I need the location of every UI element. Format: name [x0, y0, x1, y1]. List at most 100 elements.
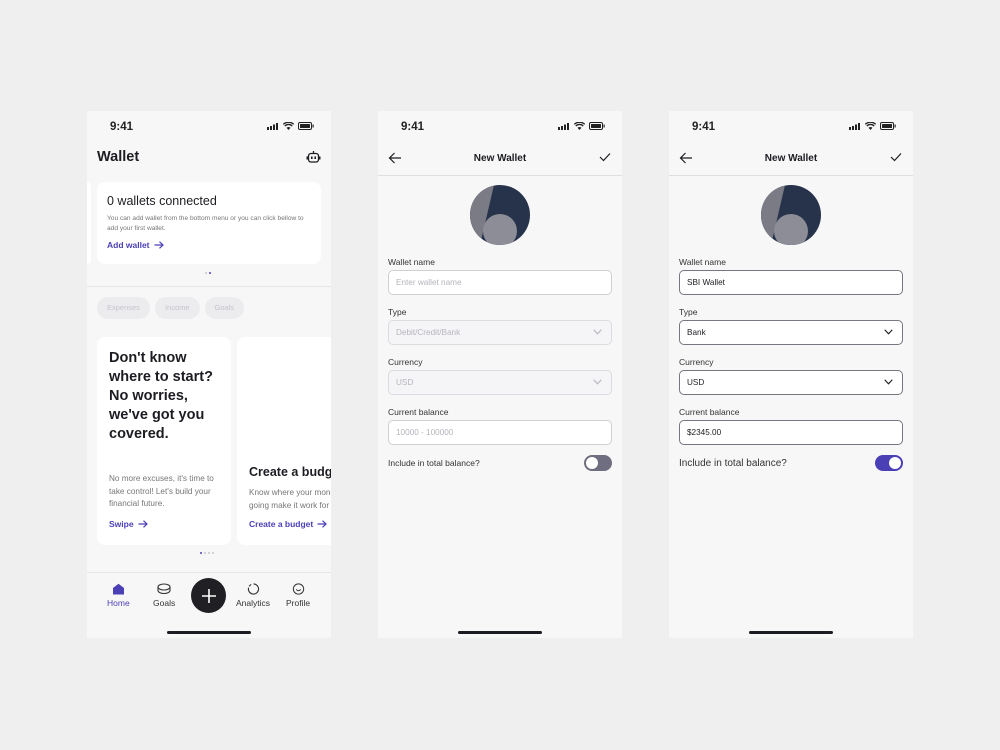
include-balance-label: Include in total balance? [388, 458, 480, 468]
bottom-nav: Home Goals Analytics Profile [87, 573, 331, 623]
battery-icon [589, 122, 605, 130]
wallet-name-label: Wallet name [679, 257, 726, 267]
wallet-name-input[interactable]: Enter wallet name [388, 270, 612, 295]
arrow-right-icon [317, 520, 328, 528]
check-icon[interactable] [599, 152, 611, 162]
battery-icon [298, 122, 314, 130]
wallet-name-label: Wallet name [388, 257, 435, 267]
signal-icon [558, 122, 569, 130]
signal-icon [267, 122, 278, 130]
wallet-pager-dots [205, 272, 211, 274]
pager-dot [205, 272, 207, 274]
status-time: 9:41 [401, 121, 425, 133]
wallet-avatar[interactable] [470, 185, 530, 245]
battery-icon [880, 122, 896, 130]
type-placeholder: Debit/Credit/Bank [396, 328, 461, 337]
type-label: Type [388, 307, 407, 317]
nav-goals-label: Goals [153, 598, 176, 608]
home-indicator [749, 631, 833, 634]
tips-pager-dots [200, 552, 214, 554]
include-balance-toggle[interactable] [584, 455, 612, 471]
wallet-card-body: You can add wallet from the bottom menu … [107, 215, 304, 232]
analytics-icon [247, 583, 259, 595]
robot-icon[interactable] [306, 150, 321, 165]
wallet-name-placeholder: Enter wallet name [396, 278, 462, 287]
balance-label: Current balance [679, 407, 740, 417]
balance-label: Current balance [388, 407, 449, 417]
tip-card-heading: Don't know where to start? No worries, w… [109, 350, 213, 442]
nav-analytics[interactable]: Analytics [236, 583, 270, 608]
plus-icon [201, 588, 216, 603]
add-wallet-link[interactable]: Add wallet [107, 240, 164, 250]
budget-card-body-line2: going make it work for you [249, 500, 331, 510]
currency-value: USD [687, 378, 705, 387]
nav-home-label: Home [107, 598, 130, 608]
divider [87, 286, 331, 287]
app-header: New Wallet [669, 143, 913, 176]
wallet-card-heading: 0 wallets connected [107, 194, 217, 208]
include-balance-toggle[interactable] [875, 455, 903, 471]
nav-profile[interactable]: Profile [286, 583, 310, 608]
chip-expenses[interactable]: Expenses [97, 297, 150, 319]
home-indicator [458, 631, 542, 634]
chip-goals[interactable]: Goals [204, 297, 245, 319]
status-bar: 9:41 [669, 111, 913, 143]
pager-dot [208, 552, 210, 554]
pager-dot [204, 552, 206, 554]
budget-card-body: Know where your money is going make it w… [249, 487, 331, 512]
type-select[interactable]: Debit/Credit/Bank [388, 320, 612, 345]
add-button[interactable] [191, 578, 226, 613]
toggle-knob [889, 457, 901, 469]
new-wallet-filled-screen: 9:41 New Wallet Wallet name SBI Wallet T… [669, 111, 913, 638]
nav-home[interactable]: Home [107, 583, 130, 608]
swipe-link[interactable]: Swipe [109, 519, 148, 529]
create-budget-link[interactable]: Create a budget [249, 519, 328, 529]
wallet-name-input[interactable]: SBI Wallet [679, 270, 903, 295]
nav-profile-label: Profile [286, 598, 311, 608]
arrow-right-icon [154, 241, 164, 249]
balance-input[interactable]: 10000 - 100000 [388, 420, 612, 445]
currency-value: USD [396, 378, 414, 387]
type-value: Bank [687, 328, 706, 337]
toggle-knob [586, 457, 598, 469]
currency-select[interactable]: USD [388, 370, 612, 395]
wallet-avatar[interactable] [761, 185, 821, 245]
tip-card-body: No more excuses, it's time to take contr… [109, 474, 214, 508]
pager-dot-active [200, 552, 202, 554]
currency-select[interactable]: USD [679, 370, 903, 395]
app-header: New Wallet [378, 143, 622, 176]
status-icons [849, 122, 896, 130]
create-budget-label: Create a budget [249, 519, 314, 529]
nav-goals[interactable]: Goals [153, 583, 175, 608]
wallet-name-value: SBI Wallet [687, 278, 725, 287]
check-icon[interactable] [890, 152, 902, 162]
budget-card-body-line1: Know where your money is [249, 488, 331, 497]
status-icons [558, 122, 605, 130]
chip-income[interactable]: Income [154, 297, 200, 319]
signal-icon [849, 122, 860, 130]
chevron-down-icon [593, 329, 602, 335]
balance-value: $2345.00 [687, 428, 722, 437]
include-balance-label: Include in total balance? [679, 458, 787, 469]
header-title: New Wallet [764, 153, 818, 164]
category-chips: Expenses Income Goals [97, 297, 245, 319]
balance-placeholder: 10000 - 100000 [396, 428, 454, 437]
new-wallet-empty-screen: 9:41 New Wallet Wallet name Enter wallet… [378, 111, 622, 638]
arrow-right-icon [138, 520, 148, 528]
wifi-icon [574, 122, 585, 130]
budget-card: Create a budget Know where your money is… [237, 337, 331, 545]
wifi-icon [865, 122, 876, 130]
type-select[interactable]: Bank [679, 320, 903, 345]
coins-icon [157, 583, 171, 595]
status-icons [267, 122, 314, 130]
wifi-icon [283, 122, 294, 130]
chevron-down-icon [884, 379, 893, 385]
balance-input[interactable]: $2345.00 [679, 420, 903, 445]
swipe-label: Swipe [109, 519, 134, 529]
status-time: 9:41 [692, 121, 716, 133]
smiley-icon [292, 583, 304, 595]
currency-label: Currency [388, 357, 423, 367]
nav-analytics-label: Analytics [236, 598, 271, 608]
wallet-home-screen: 9:41 Wallet 0 wallets connected You can … [87, 111, 331, 638]
page-title: Wallet [97, 149, 140, 165]
